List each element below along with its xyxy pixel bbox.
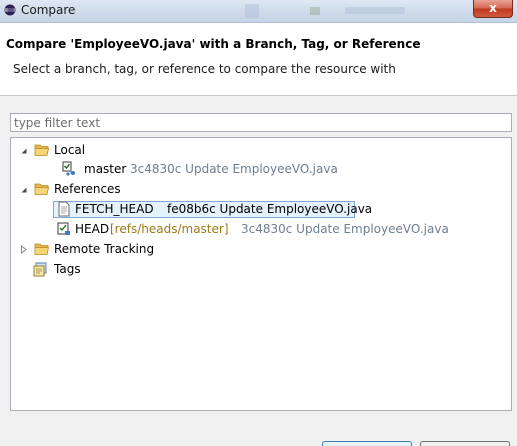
collapsed-arrow-icon[interactable] (19, 245, 28, 254)
ref-tree[interactable]: Local master 3c4830c Update EmployeeVO.j… (10, 137, 512, 411)
expanded-arrow-icon[interactable] (19, 185, 28, 194)
eclipse-icon (4, 4, 16, 16)
ref-commit-fetch-head: fe08b6c Update EmployeeVO.java (167, 202, 373, 216)
ref-path-head: [refs/heads/master] (110, 222, 229, 236)
branch-icon (62, 161, 75, 176)
branch-commit-master: 3c4830c Update EmployeeVO.java (130, 162, 338, 176)
dialog-description: Select a branch, tag, or reference to co… (13, 62, 396, 76)
tree-node-local[interactable]: Local (19, 141, 219, 159)
filter-input[interactable] (10, 113, 512, 132)
folder-open-icon (34, 183, 49, 195)
ref-name-head: HEAD (75, 222, 110, 236)
tags-icon (33, 262, 47, 277)
tree-node-tags[interactable]: Tags (33, 260, 233, 278)
dialog-header: Compare 'EmployeeVO.java' with a Branch,… (0, 23, 517, 96)
ref-commit-head: 3c4830c Update EmployeeVO.java (241, 222, 449, 236)
dialog-title: Compare 'EmployeeVO.java' with a Branch,… (6, 37, 421, 51)
tree-label-remote-tracking: Remote Tracking (54, 242, 155, 256)
expanded-arrow-icon[interactable] (19, 146, 28, 155)
title-bar: Compare x (0, 0, 517, 23)
close-icon: x (489, 1, 497, 15)
tree-label-local: Local (54, 143, 86, 157)
folder-open-icon (34, 243, 49, 255)
branch-name-master: master (84, 162, 127, 176)
compare-dialog: Compare x Compare 'EmployeeVO.java' with… (0, 0, 517, 446)
ref-file-icon (58, 201, 70, 217)
tree-node-references[interactable]: References (19, 180, 219, 198)
folder-open-icon (34, 144, 49, 156)
tree-label-references: References (54, 182, 121, 196)
ref-name-fetch-head: FETCH_HEAD (75, 202, 154, 216)
background-window-ghost (245, 4, 405, 18)
cancel-button[interactable] (420, 441, 510, 446)
tree-label-tags: Tags (54, 262, 81, 276)
tree-node-remote-tracking[interactable]: Remote Tracking (19, 240, 219, 258)
compare-button[interactable] (322, 441, 412, 446)
tree-node-head[interactable]: HEAD [refs/heads/master] 3c4830c Update … (53, 220, 493, 238)
close-button[interactable]: x (473, 0, 513, 18)
head-ref-icon (57, 222, 70, 235)
window-title: Compare (21, 3, 76, 17)
tree-node-master[interactable]: master 3c4830c Update EmployeeVO.java (62, 160, 392, 178)
tree-node-fetch-head[interactable]: FETCH_HEAD fe08b6c Update EmployeeVO.jav… (53, 201, 372, 219)
